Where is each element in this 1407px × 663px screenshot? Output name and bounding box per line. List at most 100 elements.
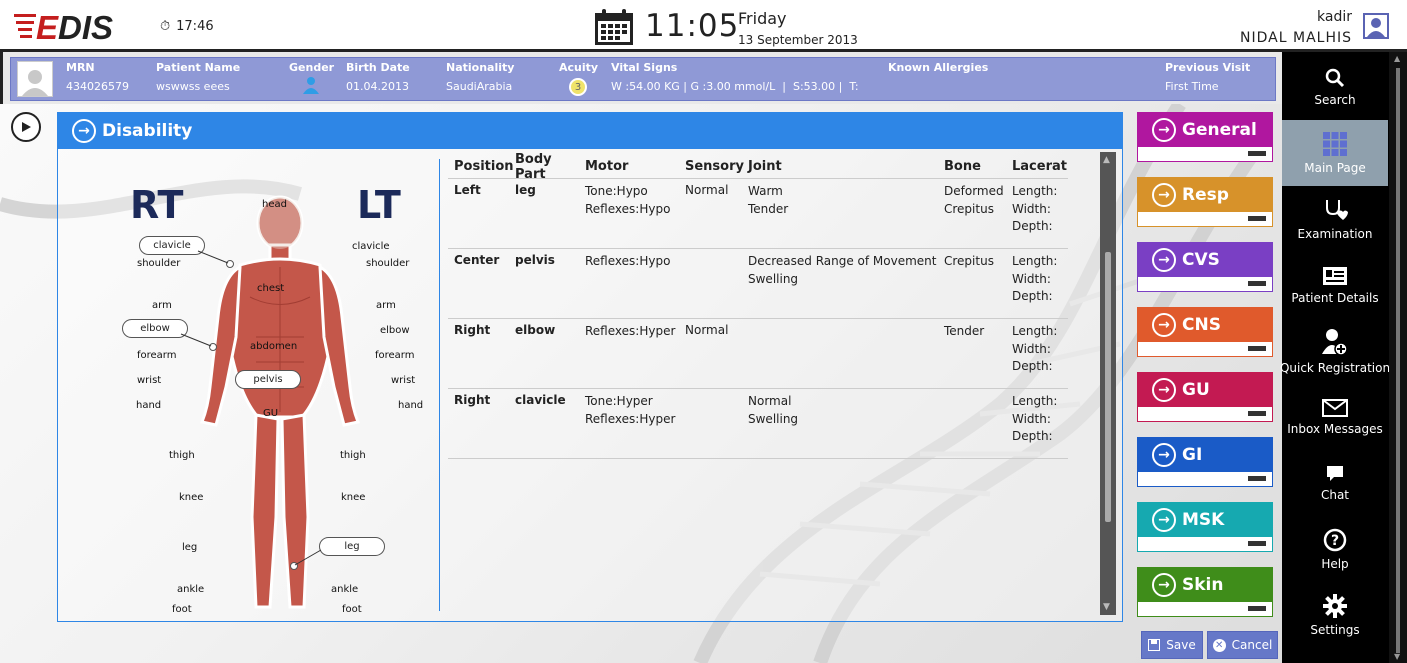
sidebar-scrollbar[interactable]: ▲ ▼ [1389, 52, 1407, 663]
category-gi-button[interactable]: → GI [1137, 437, 1273, 487]
category-gu-button[interactable]: → GU [1137, 372, 1273, 422]
play-icon[interactable] [11, 112, 41, 142]
sidebar-item-settings[interactable]: Settings [1282, 582, 1388, 648]
category-cns-button[interactable]: → CNS [1137, 307, 1273, 357]
panel-title: Disability [102, 121, 193, 141]
category-header: → MSK [1138, 503, 1272, 537]
cell-laceration: Length: Width: Depth: [1012, 393, 1068, 458]
cell-sensory: Normal [685, 183, 729, 197]
width-label: Width: [1012, 201, 1051, 216]
user-avatar-icon[interactable] [1363, 13, 1389, 39]
patient-photo [17, 61, 53, 97]
category-indicator [1248, 411, 1266, 416]
mrn-value: 434026579 [66, 80, 129, 93]
scroll-down-icon[interactable]: ▼ [1394, 652, 1400, 661]
table-row[interactable]: Center pelvis Reflexes:Hypo Decreased Ra… [448, 249, 1068, 319]
nationality-value: SaudiArabia [446, 80, 513, 93]
arrow-right-icon: → [1152, 118, 1176, 142]
allergies-label: Known Allergies [888, 61, 989, 74]
category-label: CVS [1182, 250, 1220, 270]
cell-joint [748, 323, 944, 388]
table-header: Position Body Part Motor Sensory Joint B… [448, 152, 1068, 182]
arrow-right-icon: → [1152, 443, 1176, 467]
cell-sensory: Normal [685, 323, 729, 337]
id-card-icon [1323, 266, 1347, 285]
category-header: → CNS [1138, 308, 1272, 342]
width-label: Width: [1012, 411, 1051, 426]
category-label: CNS [1182, 315, 1221, 335]
category-label: Skin [1182, 575, 1224, 595]
motor-line: Reflexes:Hyper [585, 411, 676, 426]
grid-icon [1323, 131, 1347, 156]
category-skin-button[interactable]: → Skin [1137, 567, 1273, 617]
sidebar-item-chat[interactable]: Chat [1282, 450, 1388, 516]
scroll-down-icon[interactable]: ▼ [1103, 602, 1110, 612]
arrow-right-icon: → [1152, 248, 1176, 272]
arrow-right-icon: → [1152, 183, 1176, 207]
joint-line: Tender [748, 201, 789, 216]
help-icon: ? [1323, 528, 1347, 551]
cancel-button[interactable]: ✕ Cancel [1207, 631, 1278, 659]
length-label: Length: [1012, 324, 1058, 338]
category-msk-button[interactable]: → MSK [1137, 502, 1273, 552]
scroll-up-icon[interactable]: ▲ [1103, 155, 1110, 165]
patient-info-bar: MRN 434026579 Patient Name wswwss eees Gen… [10, 57, 1276, 101]
help-glyph: ? [1331, 533, 1339, 549]
width-label: Width: [1012, 341, 1051, 356]
motor-line: Tone:Hyper [585, 394, 653, 408]
nationality-label: Nationality [446, 61, 515, 74]
width-label: Width: [1012, 271, 1051, 286]
depth-label: Depth: [1012, 219, 1053, 233]
callout-connectors [180, 250, 322, 566]
bone-line: Crepitus [944, 254, 994, 268]
scrollbar-thumb[interactable] [1396, 68, 1400, 653]
panel-header: → Disability [58, 113, 1122, 149]
patient-name-field: Patient Name wswwss eees [156, 61, 240, 93]
table-row[interactable]: Right clavicle Tone:Hyper Reflexes:Hyper … [448, 389, 1068, 459]
cell-joint: Normal Swelling [748, 393, 944, 458]
category-resp-button[interactable]: → Resp [1137, 177, 1273, 227]
category-header: → GI [1138, 438, 1272, 472]
day-name: Friday [738, 9, 787, 28]
sidebar-item-examination[interactable]: Examination [1282, 186, 1388, 252]
sidebar-item-help[interactable]: ? Help [1282, 516, 1388, 582]
sidebar-item-search[interactable]: Search [1282, 54, 1388, 120]
cell-sensory [685, 253, 748, 318]
category-cvs-button[interactable]: → CVS [1137, 242, 1273, 292]
cell-laceration: Length: Width: Depth: [1012, 253, 1068, 318]
joint-line: Warm [748, 184, 783, 198]
cell-body-part: leg [515, 183, 536, 197]
stethoscope-icon [1326, 199, 1348, 220]
stopwatch-icon: ⏱ [160, 19, 171, 34]
session-timer: ⏱ 17:46 [160, 19, 214, 34]
save-button[interactable]: Save [1141, 631, 1203, 659]
cell-body-part: clavicle [515, 393, 566, 407]
save-label: Save [1166, 638, 1196, 652]
sidebar-item-main-page[interactable]: Main Page [1282, 120, 1388, 186]
scroll-up-icon[interactable]: ▲ [1394, 54, 1400, 63]
depth-label: Depth: [1012, 359, 1053, 373]
clock: 11:05 [645, 8, 740, 44]
bone-line: Deformed [944, 184, 1004, 198]
table-row[interactable]: Right elbow Reflexes:Hyper Normal Tender… [448, 319, 1068, 389]
sidebar-label: Inbox Messages [1287, 421, 1383, 436]
sidebar-item-patient-details[interactable]: Patient Details [1282, 252, 1388, 318]
patient-name-value: wswwss eees [156, 80, 230, 93]
cell-motor: Tone:Hypo Reflexes:Hypo [585, 183, 685, 248]
scrollbar-thumb[interactable] [1105, 252, 1111, 522]
table-scrollbar[interactable]: ▲ ▼ [1100, 152, 1116, 615]
table-row[interactable]: Left leg Tone:Hypo Reflexes:Hypo Normal W… [448, 179, 1068, 249]
disability-table: Position Body Part Motor Sensory Joint B… [448, 152, 1068, 459]
col-sensory: Sensory [685, 159, 744, 174]
category-indicator [1248, 346, 1266, 351]
panel-divider [439, 159, 440, 611]
patient-name-label: Patient Name [156, 61, 241, 74]
sidebar-item-inbox-messages[interactable]: Inbox Messages [1282, 384, 1388, 450]
category-general-button[interactable]: → General [1137, 112, 1273, 162]
body-map: RT LT head clavicle shoulder shoulder ch… [70, 163, 430, 613]
category-label: GI [1182, 445, 1203, 465]
arrow-right-icon: → [1152, 313, 1176, 337]
motor-line: Reflexes:Hypo [585, 254, 671, 268]
cell-position: Right [454, 393, 491, 407]
sidebar-item-quick-registration[interactable]: Quick Registration [1280, 318, 1390, 384]
